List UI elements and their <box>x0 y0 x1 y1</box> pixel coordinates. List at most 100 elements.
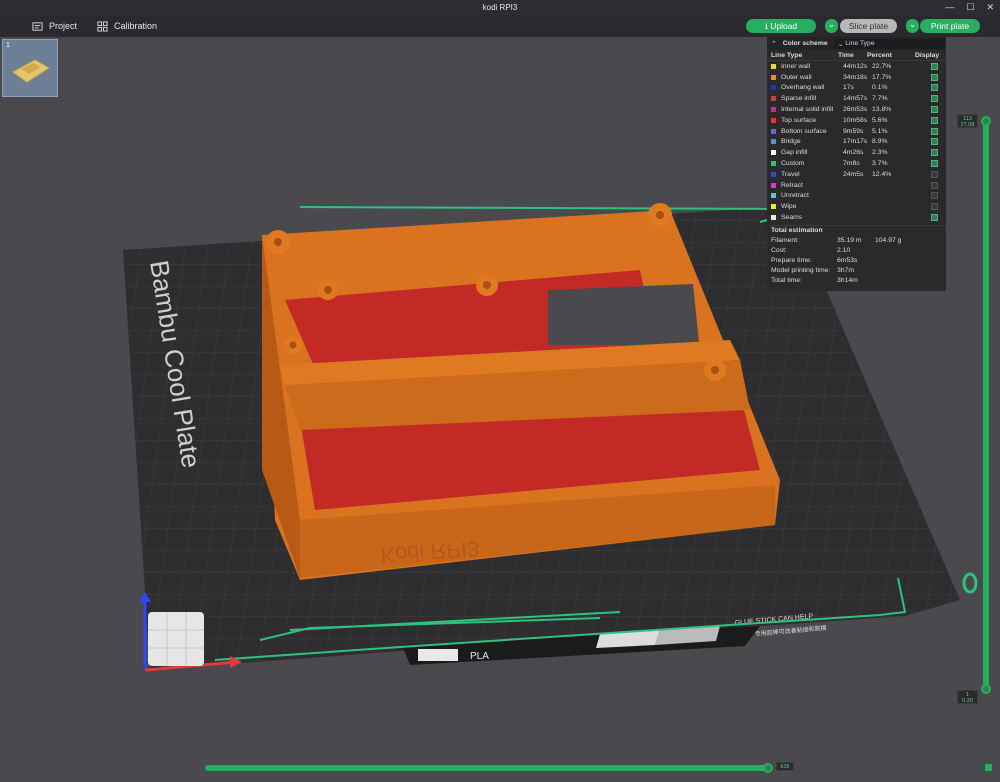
chevron-down-icon: ⌄ <box>908 19 917 29</box>
layer-top-tag: 113 27.08 <box>957 114 978 128</box>
line-type-percent: 13.8% <box>872 106 892 114</box>
color-scheme-select[interactable]: ⌄ Line Type <box>833 38 944 49</box>
move-slider-handle[interactable] <box>763 763 773 773</box>
line-type-name: Internal solid infill <box>781 106 834 114</box>
line-type-swatch <box>771 182 776 188</box>
layer-bottom-height: 0.20 <box>962 698 973 704</box>
prepare-time-row: Prepare time: 6m53s <box>767 256 946 266</box>
line-type-swatch <box>771 150 776 156</box>
line-type-percent: 0.1% <box>872 84 888 92</box>
line-type-time: 9m59s <box>843 127 864 135</box>
line-type-name: Outer wall <box>781 73 812 81</box>
line-type-name: Sparse infill <box>781 95 817 103</box>
color-scheme-label: Color scheme <box>782 40 828 47</box>
line-type-time: 34m18s <box>843 73 868 81</box>
move-slider-end-icon[interactable] <box>985 764 992 771</box>
legend-row: Sparse infill 14m57s 7.7% <box>767 93 946 104</box>
line-type-swatch <box>771 215 776 221</box>
legend-row: Travel 24m5s 12.4% <box>767 169 946 180</box>
display-checkbox[interactable] <box>931 170 938 178</box>
legend-row: Inner wall 44m12s 22.7% <box>767 61 946 72</box>
prepare-time-key: Prepare time: <box>771 257 812 265</box>
legend-row: Bottom surface 9m59s 5.1% <box>767 126 946 137</box>
filament-weight: 104.97 g <box>875 237 902 245</box>
col-time: Time <box>838 51 854 59</box>
layer-slider-bottom-handle[interactable] <box>981 684 991 694</box>
display-checkbox[interactable] <box>931 95 938 103</box>
layer-slider[interactable] <box>983 120 989 690</box>
line-type-percent: 5.6% <box>872 116 888 124</box>
calibration-tab[interactable]: Calibration <box>97 19 157 33</box>
display-checkbox[interactable] <box>931 62 938 70</box>
total-estimation-title: Total estimation <box>767 224 946 236</box>
display-checkbox[interactable] <box>931 160 938 168</box>
display-checkbox[interactable] <box>931 192 938 200</box>
line-type-percent: 3.7% <box>872 160 888 168</box>
line-type-name: Top surface <box>781 116 817 124</box>
line-type-percent: 7.7% <box>872 95 888 103</box>
legend-column-headers: Line Type Time Percent Display <box>767 50 946 61</box>
chevron-down-icon: ⌄ <box>827 19 836 29</box>
legend-row: Outer wall 34m18s 17.7% <box>767 72 946 83</box>
legend-row: Seams <box>767 212 946 223</box>
move-value: 635 <box>780 764 790 770</box>
line-type-percent: 17.7% <box>872 73 892 81</box>
qr-icon <box>418 649 458 661</box>
line-type-swatch <box>771 96 776 102</box>
line-type-time: 26m53s <box>843 106 868 114</box>
move-slider[interactable] <box>205 765 771 771</box>
plate-number: 1 <box>6 42 10 49</box>
slice-dropdown-button[interactable]: ⌄ <box>825 19 838 33</box>
legend-panel: ⌃ Color scheme ⌄ Line Type Line Type Tim… <box>767 37 946 291</box>
layer-slider-top-handle[interactable] <box>981 116 991 126</box>
maximize-icon[interactable]: ☐ <box>966 0 974 15</box>
line-type-name: Unretract <box>781 192 809 200</box>
line-type-name: Bottom surface <box>781 127 827 135</box>
display-checkbox[interactable] <box>931 116 938 124</box>
print-dropdown-button[interactable]: ⌄ <box>906 19 919 33</box>
print-plate-button[interactable]: Print plate <box>920 19 980 33</box>
upload-label: Upload <box>770 21 798 31</box>
display-checkbox[interactable] <box>931 73 938 81</box>
window-title: kodi RPI3 <box>482 3 518 12</box>
legend-row: Wipe <box>767 201 946 212</box>
display-checkbox[interactable] <box>931 203 938 211</box>
col-percent: Percent <box>867 51 892 59</box>
legend-row: Unretract <box>767 191 946 202</box>
project-tab[interactable]: Project <box>32 19 77 33</box>
upload-button[interactable]: ⭳ Upload <box>746 19 816 33</box>
display-checkbox[interactable] <box>931 106 938 114</box>
display-checkbox[interactable] <box>931 127 938 135</box>
filament-row: Filament: 35.19 m 104.97 g <box>767 236 946 246</box>
line-type-name: Travel <box>781 170 800 178</box>
legend-row: Custom 7m8s 3.7% <box>767 158 946 169</box>
line-type-percent: 2.3% <box>872 149 888 157</box>
slice-plate-button[interactable]: Slice plate <box>840 19 897 33</box>
line-type-swatch <box>771 171 776 177</box>
filament-label: PLA <box>470 651 489 662</box>
display-checkbox[interactable] <box>931 181 938 189</box>
col-line-type: Line Type <box>771 51 803 59</box>
close-icon[interactable]: ✕ <box>986 0 994 15</box>
minimize-icon[interactable]: — <box>945 0 954 15</box>
line-type-name: Overhang wall <box>781 84 825 92</box>
cost-row: Cost: 2.10 <box>767 246 946 256</box>
cost-value: 2.10 <box>837 247 851 255</box>
model-time-value: 3h7m <box>837 267 855 275</box>
line-type-swatch <box>771 161 776 167</box>
print-plate-label: Print plate <box>930 21 970 31</box>
chevron-down-icon: ⌄ <box>837 40 846 48</box>
display-checkbox[interactable] <box>931 214 938 222</box>
project-label: Project <box>49 21 78 31</box>
legend-row: Retract <box>767 180 946 191</box>
display-checkbox[interactable] <box>931 138 938 146</box>
display-checkbox[interactable] <box>931 84 938 92</box>
line-type-name: Inner wall <box>781 62 811 70</box>
collapse-icon[interactable]: ⌃ <box>771 40 777 48</box>
legend-row: Gap infill 4m26s 2.3% <box>767 147 946 158</box>
display-checkbox[interactable] <box>931 149 938 157</box>
line-type-percent: 5.1% <box>872 127 888 135</box>
line-type-swatch <box>771 139 776 145</box>
plate-thumbnail[interactable]: 1 <box>2 39 58 97</box>
legend-row: Overhang wall 17s 0.1% <box>767 83 946 94</box>
